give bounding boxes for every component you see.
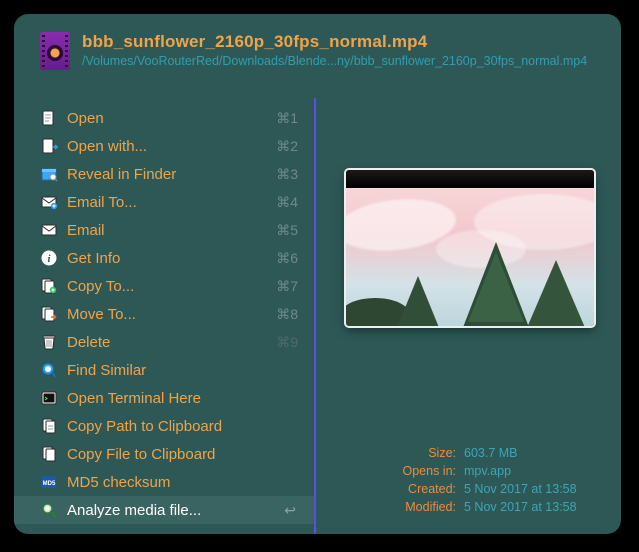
doc-open-icon bbox=[40, 109, 58, 127]
md5-icon: MD5 bbox=[40, 473, 58, 491]
menu-item-label: Open Terminal Here bbox=[67, 390, 257, 407]
menu-item-shortcut: ⌘4 bbox=[266, 194, 304, 211]
copy-file-icon bbox=[40, 445, 58, 463]
file-name: bbb_sunflower_2160p_30fps_normal.mp4 bbox=[82, 32, 587, 52]
menu-item-shortcut: ⌘7 bbox=[266, 278, 304, 295]
file-info-popover: bbb_sunflower_2160p_30fps_normal.mp4 /Vo… bbox=[14, 14, 621, 534]
menu-item-label: Open bbox=[67, 110, 257, 127]
analyze-icon bbox=[40, 501, 58, 519]
return-key-icon: ↩ bbox=[284, 502, 304, 519]
move-to-icon bbox=[40, 305, 58, 323]
header: bbb_sunflower_2160p_30fps_normal.mp4 /Vo… bbox=[14, 14, 621, 76]
meta-size-label: Size: bbox=[316, 444, 456, 462]
menu-item-md5-checksum[interactable]: MD5 MD5 checksum bbox=[14, 468, 314, 496]
menu-item-label: Move To... bbox=[67, 306, 257, 323]
preview-panel: Size: 603.7 MB Opens in: mpv.app Created… bbox=[316, 98, 621, 534]
meta-modified-value: 5 Nov 2017 at 13:58 bbox=[464, 498, 577, 516]
mail-to-icon bbox=[40, 193, 58, 211]
reveal-icon bbox=[40, 165, 58, 183]
action-menu: Open ⌘1 Open with... ⌘2 Reveal in Finder ⌘3 Em… bbox=[14, 98, 316, 534]
video-thumbnail bbox=[346, 170, 594, 326]
meta-modified-label: Modified: bbox=[316, 498, 456, 516]
copy-path-icon bbox=[40, 417, 58, 435]
menu-item-shortcut: ⌘2 bbox=[266, 138, 304, 155]
menu-item-label: Find Similar bbox=[67, 362, 257, 379]
menu-item-shortcut: ⌘1 bbox=[266, 110, 304, 127]
menu-item-label: MD5 checksum bbox=[67, 474, 257, 491]
menu-item-open-terminal-here[interactable]: Open Terminal Here bbox=[14, 384, 314, 412]
copy-to-icon bbox=[40, 277, 58, 295]
menu-item-label: Copy Path to Clipboard bbox=[67, 418, 257, 435]
menu-item-label: Email bbox=[67, 222, 257, 239]
menu-item-label: Analyze media file... bbox=[67, 502, 275, 519]
meta-created-label: Created: bbox=[316, 480, 456, 498]
menu-item-label: Delete bbox=[67, 334, 257, 351]
menu-item-shortcut: ⌘6 bbox=[266, 250, 304, 267]
menu-item-analyze-media-file[interactable]: Analyze media file... ↩ bbox=[14, 496, 314, 524]
meta-size-value: 603.7 MB bbox=[464, 444, 518, 462]
menu-item-email-to[interactable]: Email To... ⌘4 bbox=[14, 188, 314, 216]
menu-item-shortcut: ⌘9 bbox=[266, 334, 304, 351]
info-icon: i bbox=[40, 249, 58, 267]
menu-item-label: Get Info bbox=[67, 250, 257, 267]
menu-item-reveal-in-finder[interactable]: Reveal in Finder ⌘3 bbox=[14, 160, 314, 188]
file-path: /Volumes/VooRouterRed/Downloads/Blende..… bbox=[82, 54, 587, 68]
menu-item-copy-path-to-clipboard[interactable]: Copy Path to Clipboard bbox=[14, 412, 314, 440]
menu-item-find-similar[interactable]: Find Similar bbox=[14, 356, 314, 384]
menu-item-label: Open with... bbox=[67, 138, 257, 155]
find-icon bbox=[40, 361, 58, 379]
menu-item-shortcut: ⌘3 bbox=[266, 166, 304, 183]
menu-item-copy-to[interactable]: Copy To... ⌘7 bbox=[14, 272, 314, 300]
menu-item-email[interactable]: Email ⌘5 bbox=[14, 216, 314, 244]
menu-item-label: Copy To... bbox=[67, 278, 257, 295]
menu-item-open[interactable]: Open ⌘1 bbox=[14, 104, 314, 132]
menu-item-label: Reveal in Finder bbox=[67, 166, 257, 183]
menu-item-get-info[interactable]: i Get Info ⌘6 bbox=[14, 244, 314, 272]
menu-item-shortcut: ⌘5 bbox=[266, 222, 304, 239]
video-file-icon bbox=[40, 32, 70, 70]
file-metadata: Size: 603.7 MB Opens in: mpv.app Created… bbox=[316, 444, 621, 516]
menu-item-shortcut: ⌘8 bbox=[266, 306, 304, 323]
terminal-icon bbox=[40, 389, 58, 407]
meta-created-value: 5 Nov 2017 at 13:58 bbox=[464, 480, 577, 498]
mail-icon bbox=[40, 221, 58, 239]
doc-openwith-icon bbox=[40, 137, 58, 155]
svg-text:MD5: MD5 bbox=[43, 481, 56, 487]
meta-opens-label: Opens in: bbox=[316, 462, 456, 480]
menu-item-delete[interactable]: Delete ⌘9 bbox=[14, 328, 314, 356]
menu-item-label: Email To... bbox=[67, 194, 257, 211]
trash-icon bbox=[40, 333, 58, 351]
menu-item-label: Copy File to Clipboard bbox=[67, 446, 257, 463]
menu-item-open-with[interactable]: Open with... ⌘2 bbox=[14, 132, 314, 160]
meta-opens-value: mpv.app bbox=[464, 462, 511, 480]
menu-item-copy-file-to-clipboard[interactable]: Copy File to Clipboard bbox=[14, 440, 314, 468]
menu-item-move-to[interactable]: Move To... ⌘8 bbox=[14, 300, 314, 328]
